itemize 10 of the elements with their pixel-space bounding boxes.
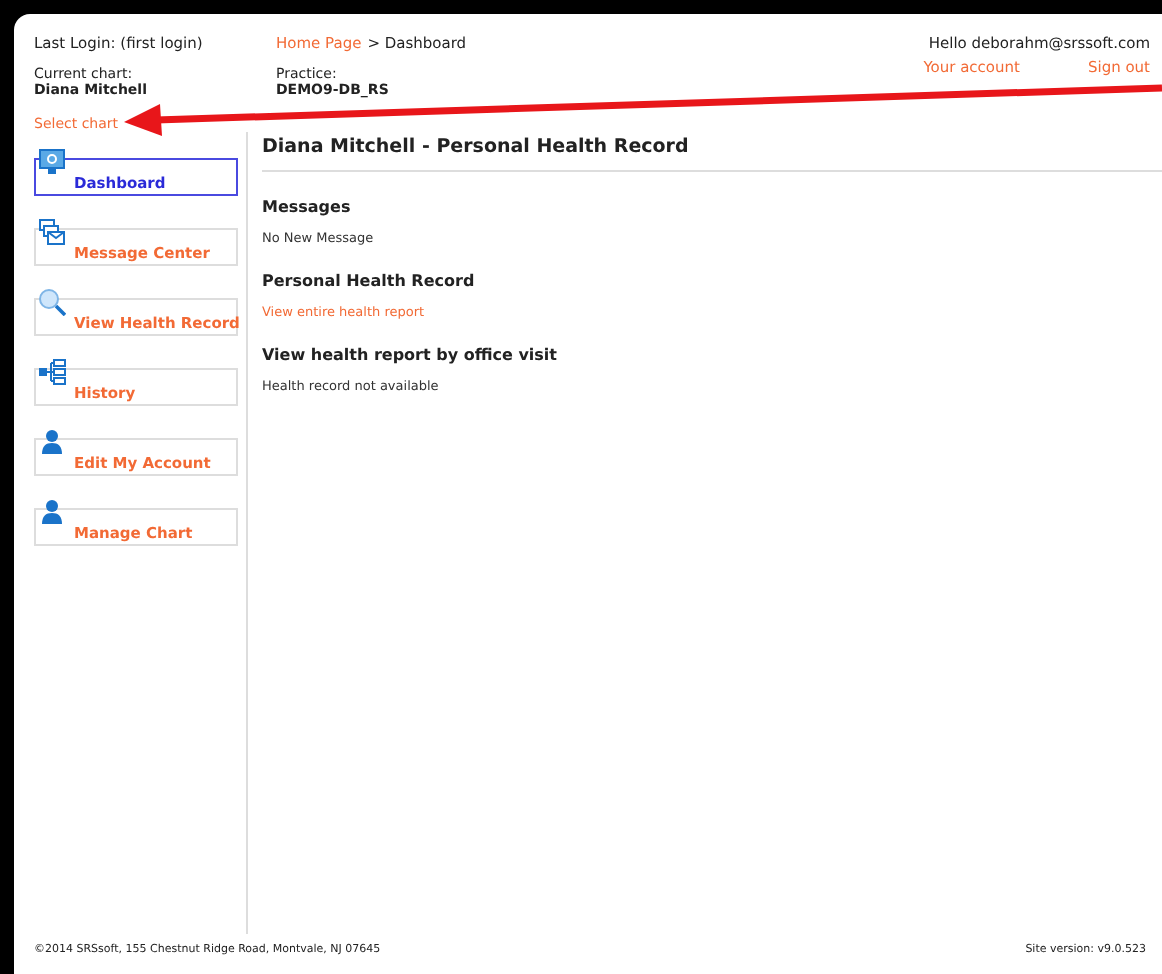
monitor-icon [38, 148, 66, 176]
section-heading: Personal Health Record [262, 272, 477, 290]
envelopes-icon [38, 218, 66, 246]
person-icon [38, 498, 66, 526]
magnifier-icon [38, 288, 66, 316]
section-heading: Messages [262, 198, 353, 216]
page-title: Diana Mitchell - Personal Health Record [262, 132, 1162, 172]
hierarchy-icon [38, 358, 66, 386]
section-heading: View health report by office visit [262, 346, 559, 364]
person-icon [38, 428, 66, 456]
